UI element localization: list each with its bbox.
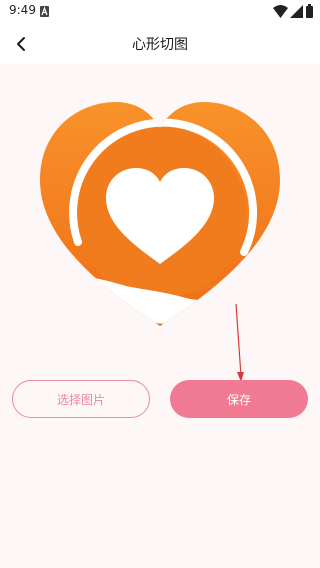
heart-cropped-image: [40, 102, 280, 326]
battery-icon: [306, 4, 313, 18]
content-area: 选择图片 保存: [0, 64, 320, 568]
page-title: 心形切图: [132, 37, 188, 53]
app-header: 心形切图: [0, 24, 320, 64]
status-bar: 9:49: [0, 0, 320, 24]
signal-icon: [290, 5, 303, 18]
a-notification-icon: [40, 6, 49, 17]
save-button[interactable]: 保存: [170, 380, 308, 418]
wifi-icon: [273, 5, 288, 18]
annotation-arrow: [235, 303, 244, 382]
choose-image-button[interactable]: 选择图片: [12, 380, 150, 418]
status-time: 9:49: [9, 3, 36, 17]
